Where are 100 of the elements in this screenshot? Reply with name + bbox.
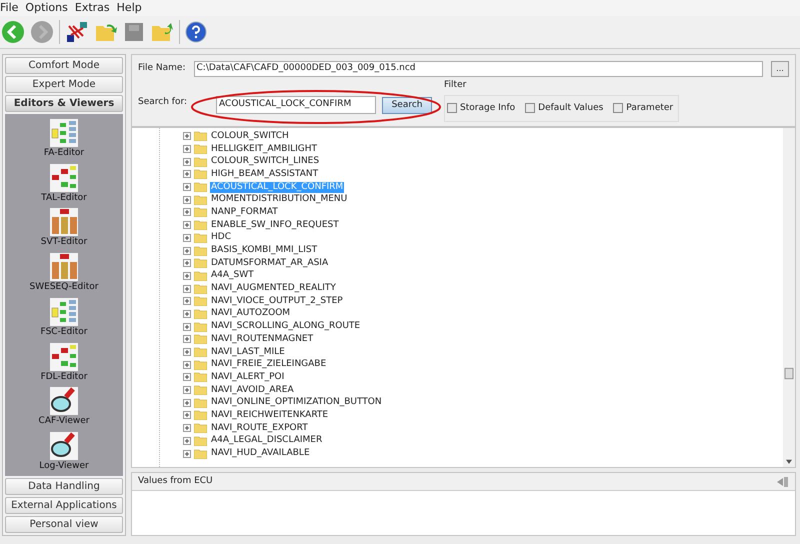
tree-item[interactable]: NAVI_HUD_AVAILABLE — [210, 448, 311, 460]
expand-icon[interactable] — [183, 132, 191, 140]
stack-diagram-icon[interactable] — [49, 207, 79, 238]
checkbox-label[interactable]: Storage Info — [460, 102, 516, 115]
sidebar-section-button[interactable]: External Applications — [5, 497, 123, 514]
help-icon[interactable] — [185, 21, 207, 43]
flow-diagram-icon[interactable] — [48, 342, 79, 372]
expand-icon[interactable] — [183, 234, 191, 242]
folder-icon — [194, 131, 207, 142]
tree-item[interactable]: NAVI_VIOCE_OUTPUT_2_STEP — [210, 296, 344, 307]
expand-icon[interactable] — [183, 348, 191, 356]
checkbox-label[interactable]: Default Values — [538, 102, 604, 115]
search-button[interactable]: Search — [382, 97, 432, 114]
tree-item[interactable]: NAVI_REICHWEITENKARTE — [210, 410, 330, 421]
tree-item[interactable]: NAVI_ROUTENMAGNET — [210, 334, 314, 345]
tool-label[interactable]: FA-Editor — [44, 148, 84, 159]
tree-item[interactable]: NAVI_AVOID_AREA — [210, 384, 295, 396]
sidebar-section-button[interactable]: Expert Mode — [5, 76, 123, 93]
expand-icon[interactable] — [183, 158, 191, 166]
expand-icon[interactable] — [183, 322, 191, 331]
tool-label[interactable]: CAF-Viewer — [38, 416, 90, 428]
expand-icon[interactable] — [183, 259, 191, 268]
expand-icon[interactable] — [183, 450, 191, 458]
tree-item[interactable]: ENABLE_SW_INFO_REQUEST — [210, 220, 340, 231]
search-field[interactable]: ACOUSTICAL_LOCK_CONFIRM — [216, 96, 376, 114]
checkbox-label[interactable]: Parameter — [626, 102, 674, 115]
expand-icon[interactable] — [183, 360, 191, 369]
tree-item[interactable]: A4A_LEGAL_DISCLAIMER — [210, 435, 324, 446]
tree-item[interactable]: NAVI_AUTOZOOM — [210, 308, 292, 320]
tree-item[interactable]: COLOUR_SWITCH_LINES — [210, 156, 320, 168]
expand-icon[interactable] — [183, 208, 191, 216]
menu-item[interactable]: Options — [25, 0, 68, 16]
expand-icon[interactable] — [183, 297, 191, 306]
folder-icon — [194, 207, 207, 218]
tree-item[interactable]: COLOUR_SWITCH — [210, 130, 290, 142]
magnifier-icon[interactable] — [49, 386, 79, 416]
tree-item[interactable]: NAVI_ROUTE_EXPORT — [210, 422, 309, 434]
tool-label[interactable]: SVT-Editor — [40, 237, 88, 248]
tree-item[interactable]: HIGH_BEAM_ASSISTANT — [210, 168, 320, 180]
checkbox[interactable] — [613, 103, 624, 114]
expand-icon[interactable] — [183, 145, 191, 154]
tree-item[interactable]: BASIS_KOMBI_MMI_LIST — [210, 245, 318, 256]
checkbox[interactable] — [525, 103, 536, 114]
expand-icon[interactable] — [183, 398, 191, 407]
expand-icon[interactable] — [183, 221, 191, 230]
tree-item[interactable]: DATUMSFORMAT_AR_ASIA — [210, 258, 330, 269]
tree-item[interactable]: NAVI_LAST_MILE — [210, 346, 286, 358]
sidebar-section-button[interactable]: Personal view — [5, 516, 123, 533]
tree-item[interactable]: A4A_SWT — [210, 270, 255, 282]
sidebar-section-button[interactable]: Data Handling — [5, 478, 123, 495]
menu-item[interactable]: Help — [116, 0, 142, 16]
expand-icon[interactable] — [183, 183, 191, 192]
expand-icon[interactable] — [183, 170, 191, 178]
back-icon[interactable] — [1, 20, 25, 44]
sidebar-section-button[interactable]: Comfort Mode — [5, 57, 123, 74]
tool-label[interactable]: TAL-Editor — [41, 192, 87, 204]
folder-icon — [194, 322, 207, 332]
menu-item[interactable]: Extras — [74, 0, 110, 16]
tree-item[interactable]: NAVI_AUGMENTED_REALITY — [210, 283, 337, 294]
folder-icon — [194, 398, 207, 408]
expand-icon[interactable] — [183, 386, 191, 394]
folder-icon — [194, 360, 207, 370]
tree-item[interactable]: MOMENTDISTRIBUTION_MENU — [210, 194, 348, 206]
expand-icon[interactable] — [183, 335, 191, 344]
folder-icon — [194, 372, 207, 382]
expand-icon[interactable] — [183, 436, 191, 445]
folder-icon — [194, 347, 207, 358]
tool-label[interactable]: FDL-Editor — [40, 372, 88, 383]
tree-item[interactable]: NAVI_ALERT_POI — [210, 372, 286, 383]
expand-icon[interactable] — [183, 284, 191, 293]
expand-icon[interactable] — [183, 310, 191, 318]
tree-item[interactable]: NAVI_ONLINE_OPTIMIZATION_BUTTON — [210, 397, 383, 408]
folder-icon — [194, 385, 207, 396]
tree-item[interactable]: NANP_FORMAT — [210, 206, 279, 218]
flow-diagram-icon[interactable] — [48, 162, 79, 193]
tool-label[interactable]: Log-Viewer — [39, 461, 89, 472]
stack-diagram-icon[interactable] — [48, 252, 79, 282]
magnifier-icon[interactable] — [48, 431, 79, 462]
search-label: Search for: — [138, 96, 188, 108]
expand-icon[interactable] — [183, 272, 191, 280]
tree-item[interactable]: HELLIGKEIT_AMBILIGHT — [210, 144, 318, 155]
menu-item[interactable]: File — [0, 0, 18, 16]
tool-label[interactable]: FSC-Editor — [40, 326, 88, 338]
expand-icon[interactable] — [183, 411, 191, 420]
folder-icon — [194, 246, 207, 256]
tree-item[interactable]: NAVI_FREIE_ZIELEINGABE — [210, 359, 328, 370]
folder-icon — [194, 448, 207, 459]
network-icon[interactable] — [65, 20, 89, 44]
checkbox[interactable] — [447, 103, 458, 114]
tool-label[interactable]: SWESEQ-Editor — [30, 282, 98, 294]
tree-item[interactable]: NAVI_SCROLLING_ALONG_ROUTE — [210, 321, 362, 332]
expand-icon[interactable] — [183, 246, 191, 255]
expand-icon[interactable] — [183, 196, 191, 204]
browse-button[interactable]: ... — [771, 61, 789, 77]
scrollbar[interactable] — [783, 128, 795, 467]
expand-icon[interactable] — [183, 424, 191, 432]
file-name-field[interactable]: C:\Data\CAF\CAFD_00000DED_003_009_015.ncd — [194, 61, 763, 77]
sidebar-section-button[interactable]: Editors & Viewers — [5, 95, 123, 112]
tree-item[interactable]: HDC — [210, 232, 232, 244]
expand-icon[interactable] — [183, 373, 191, 382]
